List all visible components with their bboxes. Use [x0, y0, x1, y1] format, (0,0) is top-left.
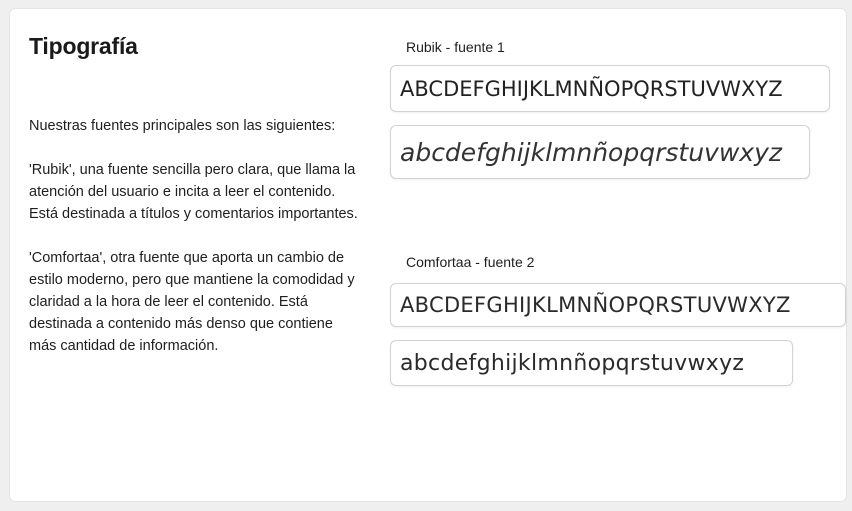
comfortaa-uppercase-sample: ABCDEFGHIJKLMNÑOPQRSTUVWXYZ	[390, 283, 846, 327]
page-title: Tipografía	[29, 33, 138, 59]
intro-text: Nuestras fuentes principales son las sig…	[29, 118, 336, 134]
comfortaa-lowercase-sample: abcdefghijklmnñopqrstuvwxyz	[390, 340, 793, 386]
typography-description: Nuestras fuentes principales son las sig…	[29, 115, 359, 357]
rubik-uppercase-sample: ABCDEFGHIJKLMNÑOPQRSTUVWXYZ	[390, 65, 830, 112]
rubik-description: 'Rubik', una fuente sencilla pero clara,…	[29, 162, 358, 222]
comfortaa-label: Comfortaa - fuente 2	[406, 254, 535, 270]
rubik-lowercase-sample: abcdefghijklmnñopqrstuvwxyz	[390, 125, 810, 179]
typography-card: Tipografía Nuestras fuentes principales …	[9, 8, 847, 502]
comfortaa-description: 'Comfortaa', otra fuente que aporta un c…	[29, 250, 355, 354]
rubik-label: Rubik - fuente 1	[406, 39, 505, 55]
